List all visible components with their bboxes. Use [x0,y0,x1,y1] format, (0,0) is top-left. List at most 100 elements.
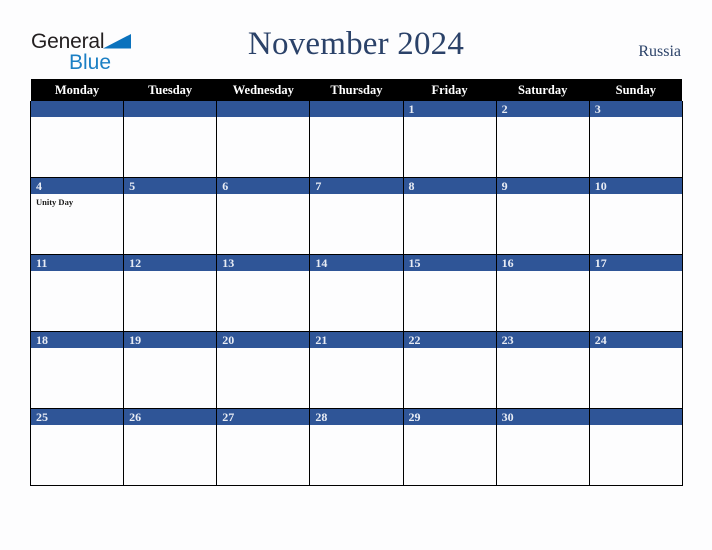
day-number: 16 [496,255,589,271]
calendar-day-cell[interactable]: 7 [309,177,404,255]
day-body[interactable] [590,271,682,331]
calendar-day-cell[interactable]: 20 [216,331,311,409]
day-number [31,101,124,117]
calendar-day-cell[interactable]: 25 [29,408,125,486]
calendar-day-cell[interactable]: 18 [29,331,125,409]
day-body[interactable] [590,425,682,485]
calendar-day-cell[interactable]: 8 [402,177,497,255]
day-body[interactable] [217,271,309,331]
calendar-day-cell[interactable]: 5 [123,177,218,255]
calendar-day-cell[interactable]: 4 Unity Day [29,177,125,255]
calendar-day-cell[interactable]: 28 [309,408,404,486]
day-number: 19 [124,332,217,348]
calendar-day-cell[interactable]: 6 [216,177,311,255]
calendar-day-cell[interactable]: 10 [588,177,683,255]
day-body[interactable] [310,348,402,408]
calendar-header-row: Monday Tuesday Wednesday Thursday Friday… [30,79,683,101]
calendar-day-cell[interactable]: 24 [588,331,683,409]
day-body[interactable] [497,271,589,331]
calendar-day-cell[interactable]: 1 [402,101,497,178]
day-body[interactable] [590,194,682,254]
day-body[interactable] [217,425,309,485]
day-number: 17 [589,255,682,271]
day-number: 12 [124,255,217,271]
day-number: 29 [403,409,496,425]
calendar-container: Monday Tuesday Wednesday Thursday Friday… [29,79,683,486]
day-body[interactable] [124,194,216,254]
day-body[interactable] [31,348,123,408]
calendar-day-cell[interactable] [123,101,218,178]
day-number: 15 [403,255,496,271]
calendar-day-cell[interactable]: 3 [588,101,683,178]
calendar-day-cell[interactable]: 12 [123,254,218,332]
day-number: 3 [589,101,682,117]
calendar-day-cell[interactable]: 29 [402,408,497,486]
day-body[interactable] [590,348,682,408]
weekday-header-thursday: Thursday [309,79,403,101]
weekday-header-friday: Friday [403,79,497,101]
calendar-day-cell[interactable]: 2 [495,101,590,178]
day-number [217,101,310,117]
day-body[interactable] [124,117,216,177]
calendar-day-cell[interactable]: 15 [402,254,497,332]
day-body[interactable] [310,194,402,254]
day-number [124,101,217,117]
day-body[interactable] [217,348,309,408]
day-body[interactable] [217,117,309,177]
page-header: General Blue November 2024 Russia [0,0,712,78]
day-body[interactable] [497,348,589,408]
day-body[interactable] [31,271,123,331]
day-number: 22 [403,332,496,348]
day-body[interactable] [404,117,496,177]
day-body[interactable] [404,271,496,331]
day-body[interactable] [310,425,402,485]
day-body[interactable] [217,194,309,254]
calendar-body: 1 2 3 4 Unity Day 5 6 7 8 9 10 11 12 13 … [29,101,683,486]
calendar-day-cell[interactable] [216,101,311,178]
calendar-day-cell[interactable]: 16 [495,254,590,332]
day-event: Unity Day [36,197,74,207]
calendar-day-cell[interactable]: 11 [29,254,125,332]
day-number: 4 [31,178,124,194]
day-number: 23 [496,332,589,348]
calendar-day-cell[interactable]: 17 [588,254,683,332]
calendar-day-cell[interactable]: 22 [402,331,497,409]
weekday-header-saturday: Saturday [496,79,590,101]
day-body[interactable] [497,425,589,485]
day-body[interactable] [590,117,682,177]
calendar-day-cell[interactable]: 13 [216,254,311,332]
day-number: 10 [589,178,682,194]
calendar-day-cell[interactable] [588,408,683,486]
calendar-day-cell[interactable]: 26 [123,408,218,486]
day-number: 8 [403,178,496,194]
calendar-day-cell[interactable]: 14 [309,254,404,332]
calendar-day-cell[interactable] [29,101,125,178]
calendar-day-cell[interactable]: 30 [495,408,590,486]
calendar-day-cell[interactable]: 21 [309,331,404,409]
day-body[interactable] [404,425,496,485]
day-body[interactable]: Unity Day [31,194,123,254]
day-body[interactable] [124,271,216,331]
calendar-week-row: 11 12 13 14 15 16 17 [29,254,683,332]
calendar-day-cell[interactable]: 27 [216,408,311,486]
day-body[interactable] [497,117,589,177]
day-number: 6 [217,178,310,194]
day-body[interactable] [404,194,496,254]
day-body[interactable] [31,117,123,177]
calendar-day-cell[interactable] [309,101,404,178]
calendar-day-cell[interactable]: 19 [123,331,218,409]
day-body[interactable] [124,425,216,485]
calendar-day-cell[interactable]: 23 [495,331,590,409]
calendar-day-cell[interactable]: 9 [495,177,590,255]
page-title: November 2024 [247,26,465,62]
day-number: 1 [403,101,496,117]
day-body[interactable] [310,271,402,331]
day-body[interactable] [404,348,496,408]
day-body[interactable] [124,348,216,408]
weekday-header-sunday: Sunday [589,79,683,101]
day-body[interactable] [31,425,123,485]
day-body[interactable] [497,194,589,254]
calendar-table: Monday Tuesday Wednesday Thursday Friday… [29,79,683,486]
day-body[interactable] [310,117,402,177]
day-number: 24 [589,332,682,348]
